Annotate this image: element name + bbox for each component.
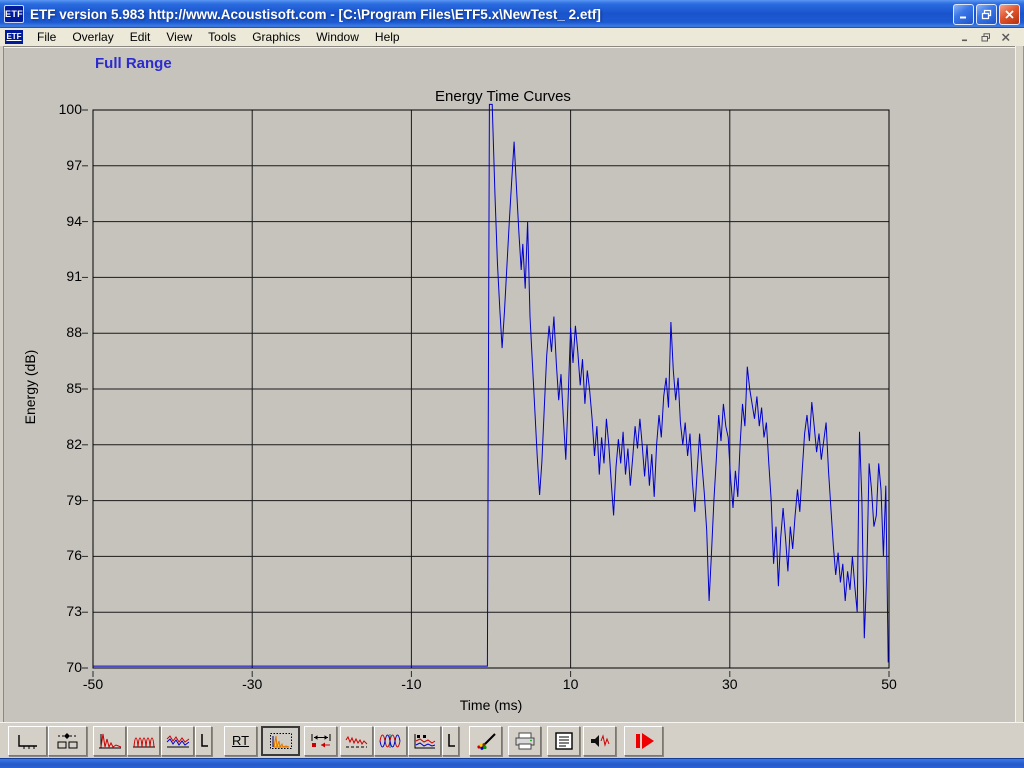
gate-markers-icon	[308, 731, 334, 751]
speaker-waveform-icon	[587, 731, 613, 751]
app-window: ETF ETF version 5.983 http://www.Acousti…	[0, 0, 1024, 768]
x-tick-label: 30	[706, 676, 754, 692]
x-tick-label: 10	[547, 676, 595, 692]
energy-time-curve-icon	[268, 731, 294, 751]
toolbar-button-run-measurement[interactable]	[624, 726, 663, 756]
menu-window[interactable]: Window	[308, 29, 367, 45]
mdi-minimize-button[interactable]	[959, 31, 973, 43]
toolbar-button-waterfall-plot[interactable]	[408, 726, 441, 756]
toolbar-button-rotate-view-right[interactable]	[442, 726, 459, 756]
menu-file[interactable]: File	[29, 29, 64, 45]
minimize-icon	[958, 9, 969, 20]
y-tick-label: 97	[42, 157, 82, 173]
minimize-icon	[961, 33, 971, 42]
x-tick-label: -30	[228, 676, 276, 692]
etc-curve	[93, 104, 888, 666]
toolbar-button-frequency-sweep[interactable]	[127, 726, 160, 756]
overlay-waveforms-icon	[165, 731, 191, 751]
y-tick-label: 70	[42, 659, 82, 675]
rt-label: RT	[232, 733, 249, 748]
close-icon	[1004, 9, 1015, 20]
chart-area: -50 -30 -10 10 30 50 100 97 94 91 88 85 82 79 76 73 70 F…	[0, 46, 1024, 722]
app-icon: ETF	[4, 5, 24, 23]
toolbar-button-speaker-test[interactable]	[583, 726, 616, 756]
document-icon[interactable]: ETF	[5, 30, 23, 44]
toolbar-button-color-settings[interactable]	[469, 726, 502, 756]
close-icon	[1001, 33, 1011, 42]
client-border-top-highlight	[0, 47, 1024, 48]
mdi-close-button[interactable]	[999, 31, 1013, 43]
chart-canvas	[0, 46, 1024, 722]
menu-view[interactable]: View	[158, 29, 200, 45]
axis-corner-icon	[198, 731, 210, 751]
view-range-label: Full Range	[95, 55, 172, 72]
y-tick-label: 79	[42, 492, 82, 508]
y-tick-label: 76	[42, 547, 82, 563]
impulse-response-icon	[97, 731, 123, 751]
menubar: ETF File Overlay Edit View Tools Graphic…	[0, 28, 1024, 46]
toolbar-button-reverberation-time[interactable]: RT	[224, 726, 257, 756]
window-controls	[953, 4, 1020, 25]
sine-sweep-icon	[131, 731, 157, 751]
toolbar-button-print[interactable]	[508, 726, 541, 756]
toolbar-button-frequency-response[interactable]	[340, 726, 373, 756]
toolbar-button-measurement-notes[interactable]	[547, 726, 580, 756]
toolbar-button-impulse-response[interactable]	[93, 726, 126, 756]
axis-corner-icon	[445, 731, 457, 751]
phase-sines-icon	[378, 731, 404, 751]
y-tick-label: 100	[42, 101, 82, 117]
toolbar-button-energy-time-curve[interactable]	[261, 726, 300, 756]
y-tick-label: 85	[42, 380, 82, 396]
y-tick-label: 94	[42, 213, 82, 229]
y-tick-label: 73	[42, 603, 82, 619]
minimize-button[interactable]	[953, 4, 974, 25]
y-axis-title: Energy (dB)	[22, 350, 38, 425]
y-tick-label: 82	[42, 436, 82, 452]
toolbar-button-display-options[interactable]	[48, 726, 87, 756]
menu-tools[interactable]: Tools	[200, 29, 244, 45]
restore-icon	[981, 33, 991, 42]
x-tick-label: -10	[387, 676, 435, 692]
x-axis-title: Time (ms)	[93, 697, 889, 713]
window-title: ETF version 5.983 http://www.Acoustisoft…	[30, 7, 953, 22]
y-tick-label: 88	[42, 324, 82, 340]
frequency-response-icon	[344, 731, 370, 751]
toolbar-button-gate-markers[interactable]	[304, 726, 337, 756]
toolbar-button-phase-response[interactable]	[374, 726, 407, 756]
close-button[interactable]	[999, 4, 1020, 25]
x-tick-label: 50	[865, 676, 913, 692]
play-arrow-icon	[631, 731, 657, 751]
mdi-window-controls	[959, 31, 1013, 43]
restore-icon	[981, 9, 992, 20]
menu-graphics[interactable]: Graphics	[244, 29, 308, 45]
titlebar[interactable]: ETF ETF version 5.983 http://www.Acousti…	[0, 0, 1024, 28]
axis-chart-icon	[15, 731, 41, 751]
menu-help[interactable]: Help	[367, 29, 408, 45]
chart-title: Energy Time Curves	[93, 88, 913, 105]
restore-button[interactable]	[976, 4, 997, 25]
paintbrush-icon	[473, 731, 499, 751]
notes-document-icon	[551, 731, 577, 751]
toolbar-button-rotate-view-left[interactable]	[195, 726, 212, 756]
slider-panels-icon	[55, 731, 81, 751]
toolbar-button-axis-setup[interactable]	[8, 726, 47, 756]
taskbar-edge[interactable]	[0, 758, 1024, 768]
toolbar-button-overlay-curves[interactable]	[161, 726, 194, 756]
client-border-left	[3, 46, 4, 722]
waterfall-plot-icon	[412, 731, 438, 751]
printer-icon	[512, 731, 538, 751]
mdi-restore-button[interactable]	[979, 31, 993, 43]
menu-edit[interactable]: Edit	[122, 29, 159, 45]
x-tick-label: -50	[69, 676, 117, 692]
menu-overlay[interactable]: Overlay	[64, 29, 121, 45]
y-tick-label: 91	[42, 268, 82, 284]
toolbar: RT	[0, 722, 1024, 758]
